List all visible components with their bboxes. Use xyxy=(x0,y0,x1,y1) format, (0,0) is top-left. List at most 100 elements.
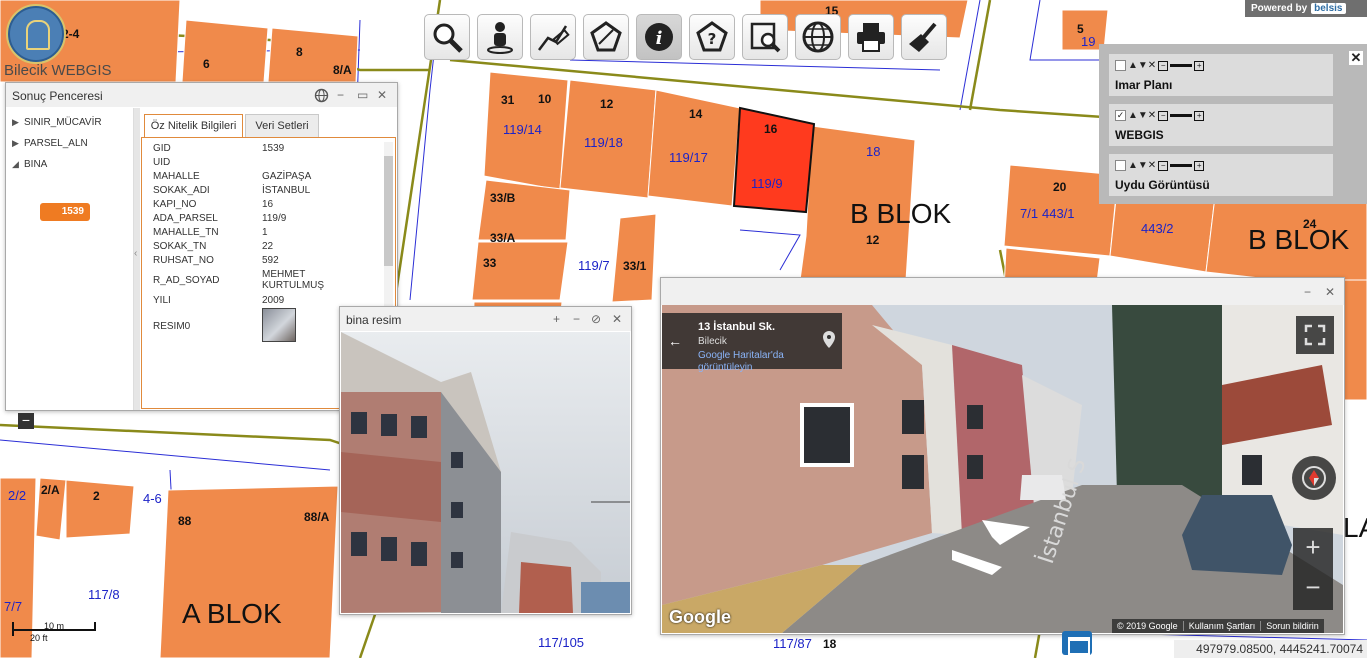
close-button[interactable]: ✕ xyxy=(612,312,622,326)
panel-collapse-button[interactable]: − xyxy=(18,413,34,429)
app-title: Bilecik WEBGIS xyxy=(4,62,112,79)
layer-order-controls[interactable]: ▲▼✕ xyxy=(1128,160,1156,171)
compass-icon[interactable] xyxy=(1292,456,1336,500)
opacity-decrease-icon[interactable]: − xyxy=(1158,110,1169,121)
svg-text:i: i xyxy=(656,28,663,49)
opacity-slider[interactable] xyxy=(1170,164,1193,167)
panel-splitter[interactable] xyxy=(134,108,140,410)
opacity-decrease-icon[interactable]: − xyxy=(1158,60,1169,71)
close-button[interactable]: ✕ xyxy=(1325,285,1335,299)
minimize-button[interactable]: − xyxy=(1304,285,1311,299)
attr-value: GAZİPAŞA xyxy=(262,171,312,182)
street-view-window: − ✕ İstanbul S ← 13 İstanbul Sk. Bilecik… xyxy=(660,277,1345,635)
map-label: 33 xyxy=(483,256,497,270)
attr-key: ADA_PARSEL xyxy=(153,213,218,224)
opacity-slider[interactable] xyxy=(1170,64,1193,67)
ruler-icon xyxy=(538,25,570,51)
map-label: 119/18 xyxy=(584,135,623,150)
map-label: 33/A xyxy=(490,231,516,245)
polygon-icon xyxy=(590,21,622,52)
layer-checkbox[interactable] xyxy=(1115,60,1126,71)
fullscreen-icon[interactable] xyxy=(1296,316,1334,354)
building-photo-header[interactable]: bina resim + − ⊘ ✕ xyxy=(340,307,631,331)
map-label: 119/7 xyxy=(578,258,610,273)
tree-node-sinir[interactable]: ▶ SINIR_MÜCAVİR xyxy=(12,117,102,128)
result-window-title: Sonuç Penceresi xyxy=(12,89,103,103)
zoom-in-button[interactable]: + xyxy=(553,312,560,326)
back-arrow-icon[interactable]: ← xyxy=(668,333,682,349)
map-label: 18 xyxy=(823,637,837,651)
maximize-button[interactable]: ▭ xyxy=(357,88,368,102)
opacity-decrease-icon[interactable]: − xyxy=(1158,160,1169,171)
zoom-in-button[interactable]: + xyxy=(1293,532,1333,563)
bank-icon[interactable] xyxy=(1062,631,1092,655)
feature-id-badge[interactable]: 1539 xyxy=(40,203,90,221)
tab-oz-nitelik[interactable]: Öz Nitelik Bilgileri xyxy=(144,114,243,138)
powered-by-badge[interactable]: Powered by belsis xyxy=(1245,0,1367,17)
map-label: 2/A xyxy=(41,483,60,497)
collapse-arrow-icon[interactable]: ◢ xyxy=(12,159,24,170)
layer-item-webgis: ✓ ▲▼✕ − + WEBGIS xyxy=(1109,104,1333,146)
terms-link[interactable]: Kullanım Şartları xyxy=(1182,621,1261,631)
attr-key: RESIM0 xyxy=(153,321,191,332)
building-photo-thumbnail[interactable] xyxy=(262,308,296,342)
expand-arrow-icon[interactable]: ▶ xyxy=(12,138,24,149)
layer-checkbox[interactable] xyxy=(1115,160,1126,171)
street-view-tool-button[interactable] xyxy=(477,14,523,60)
zoom-out-button[interactable]: − xyxy=(1293,572,1333,603)
globe-icon[interactable] xyxy=(314,88,329,103)
search-tool-button[interactable] xyxy=(424,14,470,60)
attr-key: MAHALLE xyxy=(153,171,200,182)
printer-icon xyxy=(857,23,885,52)
opacity-increase-icon[interactable]: + xyxy=(1194,160,1205,171)
report-problem-link[interactable]: Sorun bildirin xyxy=(1260,621,1324,631)
expand-arrow-icon[interactable]: ▶ xyxy=(12,117,24,128)
query-tool-button[interactable]: ? xyxy=(689,14,735,60)
globe-tool-button[interactable] xyxy=(795,14,841,60)
attr-key: MAHALLE_TN xyxy=(153,227,219,238)
street-view-panorama[interactable]: İstanbul S ← 13 İstanbul Sk. Bilecik Goo… xyxy=(662,305,1343,633)
attr-key: SOKAK_TN xyxy=(153,241,207,252)
layer-order-controls[interactable]: ▲▼✕ xyxy=(1128,110,1156,121)
info-tool-button[interactable]: i xyxy=(636,14,682,60)
map-label: 8/A xyxy=(333,63,352,77)
attr-value: 2009 xyxy=(262,295,285,306)
tree-node-label: PARSEL_ALN xyxy=(24,138,88,149)
scrollbar-thumb[interactable] xyxy=(384,156,393,266)
open-in-maps-link[interactable]: Google Haritalar'da görüntüleyin xyxy=(698,350,804,374)
opacity-increase-icon[interactable]: + xyxy=(1194,110,1205,121)
attr-key: RUHSAT_NO xyxy=(153,255,214,266)
map-pin-icon[interactable] xyxy=(816,313,842,369)
measure-tool-button[interactable] xyxy=(530,14,576,60)
layer-panel-close-button[interactable]: ✕ xyxy=(1349,51,1363,65)
zoom-search-tool-button[interactable] xyxy=(742,14,788,60)
print-tool-button[interactable] xyxy=(848,14,894,60)
tree-node-label: BINA xyxy=(24,159,48,170)
map-label: 4-6 xyxy=(143,491,162,506)
map-label: 31 xyxy=(501,93,515,107)
scale-imperial: 20 ft xyxy=(30,633,48,643)
layer-order-controls[interactable]: ▲▼✕ xyxy=(1128,60,1156,71)
restore-button[interactable]: ⊘ xyxy=(591,312,601,326)
location-card: ← 13 İstanbul Sk. Bilecik Google Harital… xyxy=(662,313,816,373)
tree-node-parsel[interactable]: ▶ PARSEL_ALN xyxy=(12,138,88,149)
clear-tool-button[interactable] xyxy=(901,14,947,60)
opacity-slider[interactable] xyxy=(1170,114,1193,117)
map-label: 20 xyxy=(1053,180,1067,194)
zoom-control: + − xyxy=(1293,528,1333,610)
attr-value: 16 xyxy=(262,199,274,210)
draw-area-tool-button[interactable] xyxy=(583,14,629,60)
building-photo-title: bina resim xyxy=(346,313,402,327)
scale-metric: 10 m xyxy=(44,621,65,631)
map-label: 119/14 xyxy=(503,122,542,137)
close-button[interactable]: ✕ xyxy=(377,88,387,102)
layer-checkbox[interactable]: ✓ xyxy=(1115,110,1126,121)
tree-node-bina[interactable]: ◢ BINA xyxy=(12,159,47,170)
tab-veri-setleri[interactable]: Veri Setleri xyxy=(245,114,319,138)
layer-name: Uydu Görüntüsü xyxy=(1115,178,1210,192)
minimize-button[interactable]: − xyxy=(337,88,344,102)
minimize-button[interactable]: − xyxy=(573,312,580,326)
street-view-header[interactable]: − ✕ xyxy=(661,278,1344,305)
result-window-header[interactable]: Sonuç Penceresi − ▭ ✕ xyxy=(6,83,397,107)
opacity-increase-icon[interactable]: + xyxy=(1194,60,1205,71)
